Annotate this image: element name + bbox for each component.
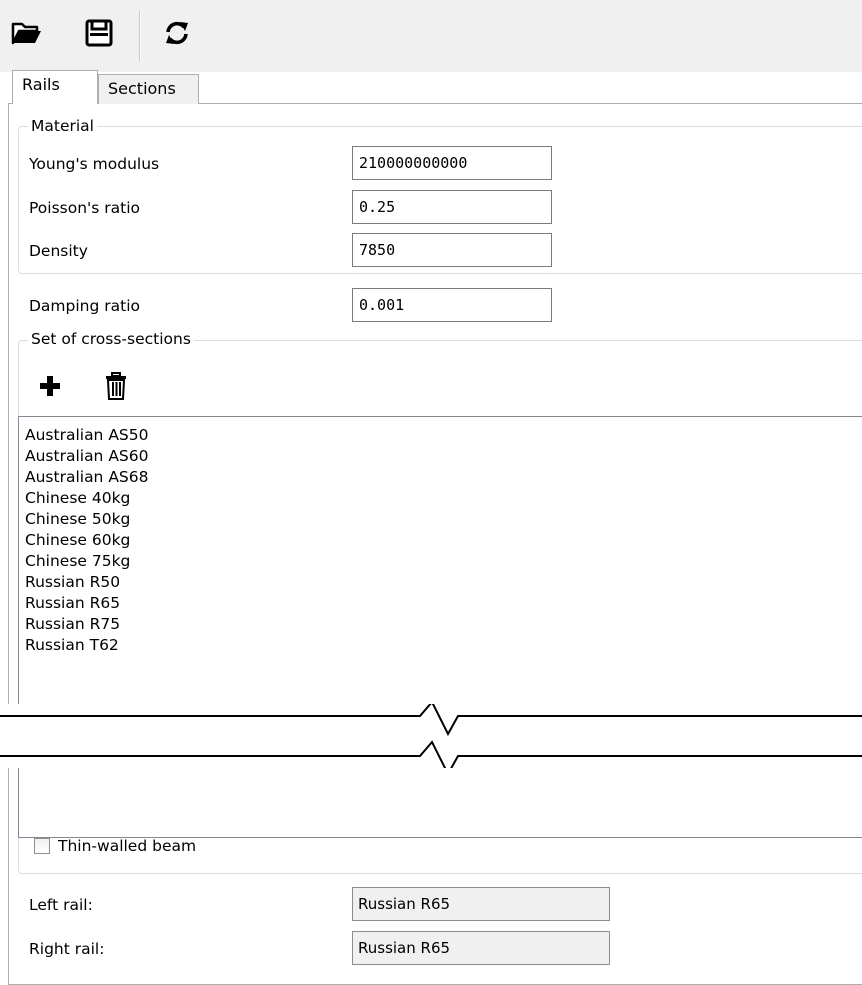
youngs-modulus-field[interactable] (352, 146, 552, 180)
left-rail-field[interactable]: Russian R65 (352, 887, 610, 921)
list-item[interactable]: Russian R65 (25, 593, 120, 613)
open-button[interactable] (8, 10, 46, 56)
list-item[interactable]: Russian T62 (25, 635, 119, 655)
right-rail-field[interactable]: Russian R65 (352, 931, 610, 965)
save-disk-icon (85, 19, 113, 47)
list-item[interactable]: Chinese 50kg (25, 509, 130, 529)
material-group-title: Material (28, 117, 97, 135)
tab-sections[interactable]: Sections (98, 74, 199, 104)
density-field[interactable] (352, 233, 552, 267)
toolbar-separator (139, 10, 141, 62)
thin-walled-checkbox[interactable] (34, 838, 50, 854)
youngs-modulus-label: Young's modulus (29, 155, 160, 173)
damping-ratio-field[interactable] (352, 288, 552, 322)
add-section-button[interactable] (38, 374, 62, 398)
right-rail-label: Right rail: (29, 940, 105, 958)
thin-walled-label: Thin-walled beam (58, 837, 197, 855)
list-item[interactable]: Chinese 40kg (25, 488, 130, 508)
screenshot-break (0, 700, 862, 777)
break-lines (0, 700, 862, 777)
refresh-button[interactable] (158, 10, 196, 56)
plus-icon (40, 376, 60, 396)
toolbar (0, 0, 862, 72)
trash-icon (106, 372, 126, 400)
folder-open-icon (11, 22, 41, 45)
cross-sections-list[interactable]: Australian AS50 Australian AS60 Australi… (18, 416, 862, 838)
tab-rails[interactable]: Rails (12, 70, 98, 104)
list-item[interactable]: Chinese 75kg (25, 551, 130, 571)
cross-sections-group-title: Set of cross-sections (28, 330, 194, 348)
list-item[interactable]: Russian R75 (25, 614, 120, 634)
damping-ratio-label: Damping ratio (29, 297, 141, 315)
density-label: Density (29, 242, 88, 260)
poissons-ratio-label: Poisson's ratio (29, 199, 141, 217)
save-button[interactable] (80, 10, 118, 56)
list-item[interactable]: Russian R50 (25, 572, 120, 592)
poissons-ratio-field[interactable] (352, 190, 552, 224)
list-item[interactable]: Australian AS50 (25, 425, 148, 445)
list-item[interactable]: Chinese 60kg (25, 530, 130, 550)
refresh-icon (166, 21, 188, 45)
list-item[interactable]: Australian AS60 (25, 446, 148, 466)
delete-section-button[interactable] (105, 372, 127, 400)
left-rail-label: Left rail: (29, 896, 93, 914)
list-item[interactable]: Australian AS68 (25, 467, 148, 487)
